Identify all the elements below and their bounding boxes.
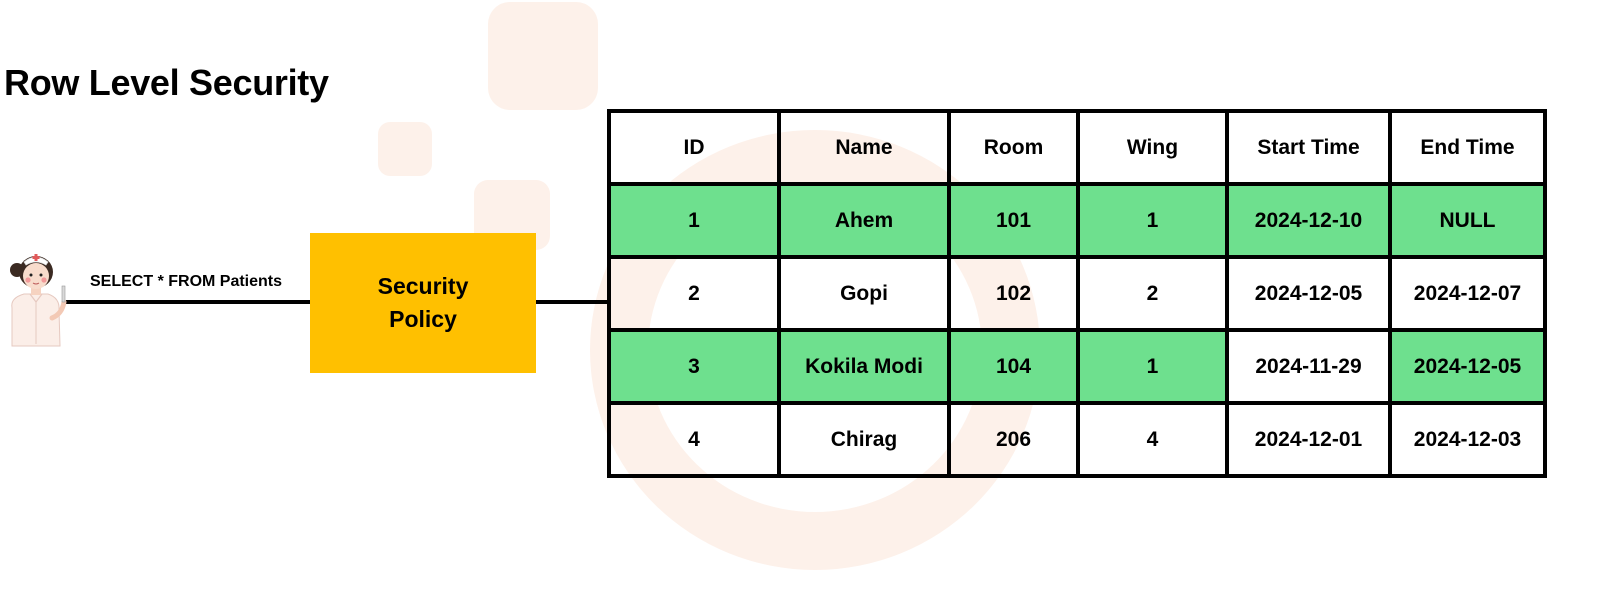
watermark-shape (378, 122, 432, 176)
cell-id: 1 (607, 182, 781, 259)
connector-line (66, 300, 312, 304)
cell-wing: 1 (1076, 328, 1229, 405)
cell-room: 101 (947, 182, 1080, 259)
cell-id: 2 (607, 255, 781, 332)
cell-wing: 4 (1076, 401, 1229, 478)
cell-id: 4 (607, 401, 781, 478)
cell-start-time: 2024-12-01 (1225, 401, 1392, 478)
column-header-id: ID (607, 109, 781, 186)
connector-line (534, 300, 610, 304)
security-policy-box: Security Policy (310, 233, 536, 373)
column-header-room: Room (947, 109, 1080, 186)
table-row: 2 Gopi 102 2 2024-12-05 2024-12-07 (607, 255, 1547, 332)
policy-label-line2: Policy (389, 306, 457, 332)
cell-id: 3 (607, 328, 781, 405)
sql-query-label: SELECT * FROM Patients (90, 273, 283, 290)
patients-table: ID Name Room Wing Start Time End Time 1 … (607, 109, 1547, 478)
cell-start-time: 2024-11-29 (1225, 328, 1392, 405)
watermark-shape (488, 2, 598, 110)
table-row: 1 Ahem 101 1 2024-12-10 NULL (607, 182, 1547, 259)
cell-name: Kokila Modi (777, 328, 951, 405)
cell-room: 206 (947, 401, 1080, 478)
cell-wing: 2 (1076, 255, 1229, 332)
nurse-icon (10, 254, 67, 347)
cell-room: 104 (947, 328, 1080, 405)
cell-end-time: 2024-12-07 (1388, 255, 1547, 332)
column-header-name: Name (777, 109, 951, 186)
cell-name: Chirag (777, 401, 951, 478)
cell-room: 102 (947, 255, 1080, 332)
cell-end-time: 2024-12-03 (1388, 401, 1547, 478)
policy-label-line1: Security (377, 273, 469, 299)
page-title: Row Level Security (4, 62, 329, 103)
table-row: 4 Chirag 206 4 2024-12-01 2024-12-03 (607, 401, 1547, 478)
cell-end-time: 2024-12-05 (1388, 328, 1547, 405)
cell-name: Gopi (777, 255, 951, 332)
cell-wing: 1 (1076, 182, 1229, 259)
column-header-wing: Wing (1076, 109, 1229, 186)
table-row: 3 Kokila Modi 104 1 2024-11-29 2024-12-0… (607, 328, 1547, 405)
cell-start-time: 2024-12-10 (1225, 182, 1392, 259)
column-header-start-time: Start Time (1225, 109, 1392, 186)
cell-name: Ahem (777, 182, 951, 259)
cell-start-time: 2024-12-05 (1225, 255, 1392, 332)
column-header-end-time: End Time (1388, 109, 1547, 186)
table-header-row: ID Name Room Wing Start Time End Time (607, 109, 1547, 186)
cell-end-time: NULL (1388, 182, 1547, 259)
